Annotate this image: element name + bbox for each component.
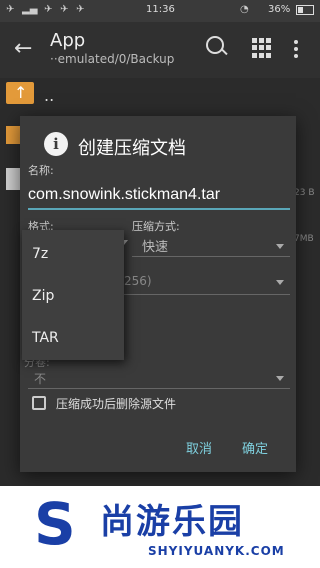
file-size: 23 B [294, 188, 315, 198]
watermark-logo: S [34, 490, 76, 558]
signal-icon: ▂▄ [22, 4, 38, 15]
compression-label: 压缩方式: [132, 220, 180, 233]
watermark-domain: SHYIYUANYK.COM [148, 544, 285, 558]
search-icon[interactable] [206, 36, 224, 54]
parent-directory-label[interactable]: .. [44, 86, 54, 105]
compression-select[interactable]: 快速 [142, 236, 168, 255]
ok-button[interactable]: 确定 [242, 438, 268, 457]
grid-view-icon[interactable] [252, 38, 272, 58]
archive-name-input[interactable] [28, 182, 290, 210]
format-dropdown: 7z Zip TAR [22, 230, 124, 360]
name-label: 名称: [28, 164, 54, 177]
notification-icon: ✈ [44, 4, 53, 15]
format-option-7z[interactable]: 7z [32, 246, 48, 262]
cancel-button[interactable]: 取消 [186, 438, 212, 457]
dialog-title: 创建压缩文档 [78, 138, 186, 159]
back-arrow-icon[interactable]: ← [14, 36, 32, 61]
delete-source-checkbox[interactable] [32, 396, 46, 410]
divider [28, 388, 290, 389]
wifi-icon: ◔ [240, 4, 249, 15]
divider [132, 256, 290, 257]
notification-icon: ✈ [60, 4, 69, 15]
battery-icon [296, 5, 314, 15]
current-path: ··emulated/0/Backup [50, 52, 175, 66]
chevron-down-icon[interactable] [276, 376, 284, 381]
battery-percent: 36% [268, 4, 291, 15]
format-option-tar[interactable]: TAR [32, 330, 59, 346]
status-bar: ✈ ▂▄ ✈ ✈ ✈ 11:36 ◔ 36% [0, 0, 320, 22]
clock: 11:36 [146, 4, 175, 15]
split-select[interactable]: 不 [34, 370, 46, 387]
chevron-down-icon[interactable] [276, 280, 284, 285]
info-icon: i [44, 132, 68, 156]
app-title: App [50, 30, 86, 51]
delete-source-label[interactable]: 压缩成功后删除源文件 [56, 395, 176, 412]
battery-fill [298, 7, 303, 13]
watermark-text: 尚游乐园 [100, 502, 244, 542]
format-option-zip[interactable]: Zip [32, 288, 54, 304]
divider [124, 294, 290, 295]
app-bar: ← App ··emulated/0/Backup [0, 22, 320, 78]
file-size: 7MB [294, 234, 314, 244]
notification-icon: ✈ [76, 4, 85, 15]
chevron-down-icon[interactable] [276, 244, 284, 249]
notification-icon: ✈ [6, 4, 15, 15]
parent-folder-icon[interactable] [6, 82, 34, 104]
more-options-icon[interactable] [294, 40, 298, 61]
dictionary-size-value[interactable]: 256) [124, 274, 152, 288]
